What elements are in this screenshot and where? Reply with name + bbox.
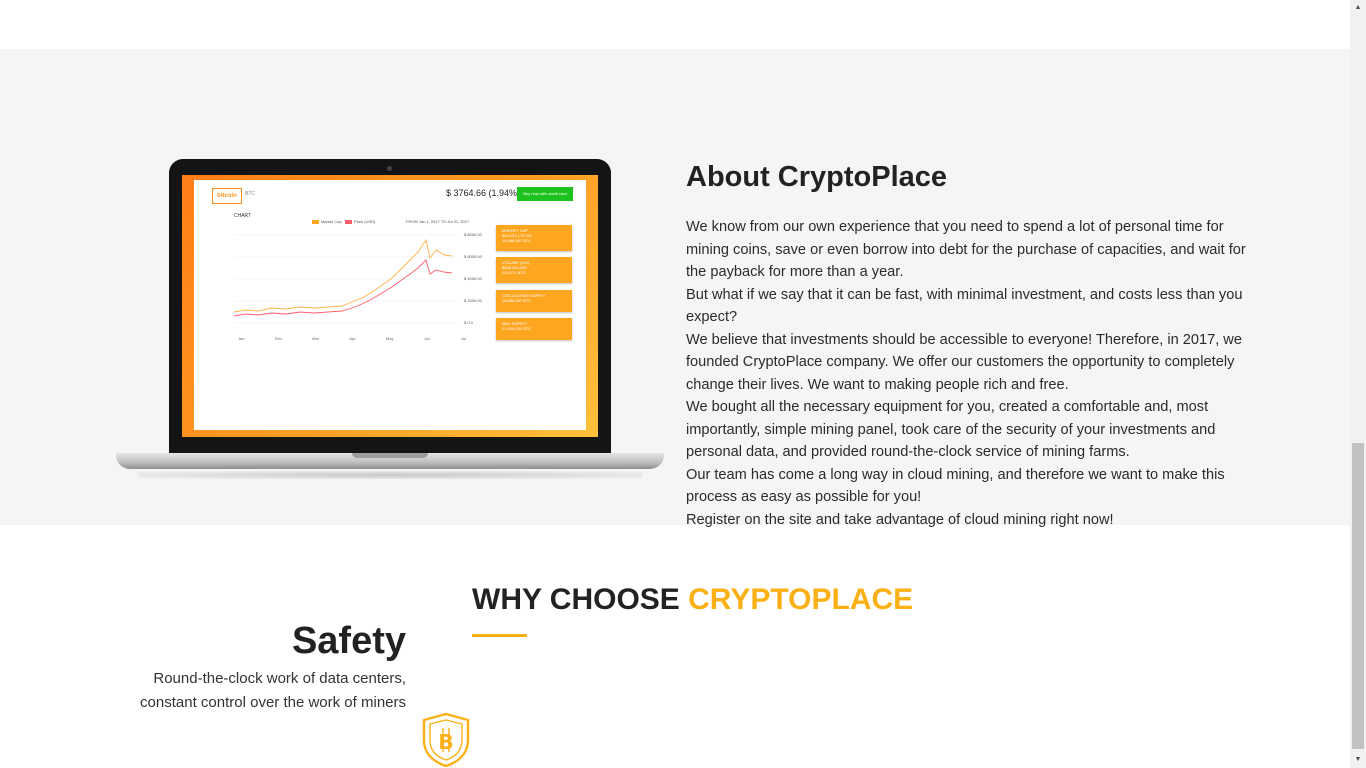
legend-market-cap: Market Cap [321, 219, 342, 224]
laptop-image: bitcoin BTC $ 3764.66 (1.94%) Buy now wi… [116, 159, 664, 489]
price-text: $ 3764.66 (1.94%) [446, 188, 521, 198]
bitcoin-shield-icon: B [422, 712, 470, 768]
heading-underline [472, 634, 527, 637]
about-paragraph: We bought all the necessary equipment fo… [686, 399, 1216, 460]
stat-circulating-supply: CIRCULATING SUPPLY 16,586,587 BTC [496, 290, 572, 312]
y-tick-label: $ 4000.00 [464, 276, 482, 281]
stat-value: 21,000,000 BTC [502, 326, 532, 331]
x-tick-label: May [386, 336, 394, 341]
y-tick-label: $ 2000.00 [464, 298, 482, 303]
laptop-screen: bitcoin BTC $ 3764.66 (1.94%) Buy now wi… [182, 175, 598, 437]
why-title-accent: CRYPTOPLACE [688, 583, 914, 616]
stat-volume: VOLUME (24h) $808,254,255 203,271 BTC [496, 257, 572, 283]
stat-max-supply: MAX SUPPLY 21,000,000 BTC [496, 318, 572, 340]
x-tick-label: Jul [460, 336, 466, 341]
y-tick-label: $ 6000.00 [464, 254, 482, 259]
legend-price: Price (USD) [354, 219, 376, 224]
feature-title: Safety [291, 620, 406, 662]
y-tick-label: $ 0.0 [464, 320, 473, 325]
date-range: FROM Jan 1, 2017 TO Jul 31, 2017 [406, 219, 470, 224]
top-blank-area [0, 0, 1350, 49]
scrollbar-thumb[interactable] [1352, 443, 1364, 749]
stat-sub: 203,271 BTC [502, 270, 526, 275]
about-title: About CryptoPlace [686, 161, 948, 193]
x-tick-label: Mar [312, 336, 320, 341]
chart-legend: Market Cap Price (USD) [312, 219, 375, 224]
chart-label: CHART [234, 213, 252, 219]
why-choose-heading: WHY CHOOSE CRYPTOPLACE [472, 583, 913, 617]
x-tick-labels: Jan Feb Mar Apr May Jun Jul [238, 336, 466, 341]
feature-description: Round-the-clock work of data centers, co… [140, 670, 406, 711]
x-tick-label: Jun [424, 336, 431, 341]
about-paragraph: We believe that investments should be ac… [686, 331, 1242, 393]
scroll-up-icon[interactable]: ▲ [1350, 0, 1366, 16]
stat-market-cap: MARKET CAP $63,291,175,327 16,586,587 BT… [496, 225, 572, 251]
laptop-camera [387, 166, 392, 171]
about-paragraph: But what if we say that it can be fast, … [686, 286, 1243, 326]
laptop-shadow [138, 471, 642, 479]
x-tick-label: Apr [349, 336, 356, 341]
laptop-notch [352, 453, 428, 458]
stat-value: 16,586,587 BTC [502, 298, 532, 303]
buy-button: Buy now with credit card [517, 187, 573, 201]
mini-chart [234, 234, 459, 324]
x-tick-label: Jan [238, 336, 245, 341]
stat-sub: 16,586,587 BTC [502, 238, 532, 243]
y-tick-label: $ 8000.00 [464, 232, 482, 237]
screen-app: bitcoin BTC $ 3764.66 (1.94%) Buy now wi… [194, 180, 586, 430]
price-line [234, 259, 453, 317]
why-title-prefix: WHY CHOOSE [472, 583, 689, 616]
about-paragraph: Our team has come a long way in cloud mi… [686, 466, 1225, 506]
about-text: We know from our own experience that you… [686, 216, 1250, 531]
about-paragraph: We know from our own experience that you… [686, 219, 1246, 280]
about-paragraph: Register on the site and take advantage … [686, 511, 1114, 528]
laptop-lid: bitcoin BTC $ 3764.66 (1.94%) Buy now wi… [169, 159, 611, 455]
x-tick-label: Feb [274, 336, 282, 341]
bitcoin-logo: bitcoin [212, 188, 242, 204]
about-section: bitcoin BTC $ 3764.66 (1.94%) Buy now wi… [0, 49, 1350, 528]
svg-text:B: B [438, 730, 453, 754]
ticker-label: BTC [245, 191, 255, 197]
scroll-down-icon[interactable]: ▼ [1350, 752, 1366, 768]
